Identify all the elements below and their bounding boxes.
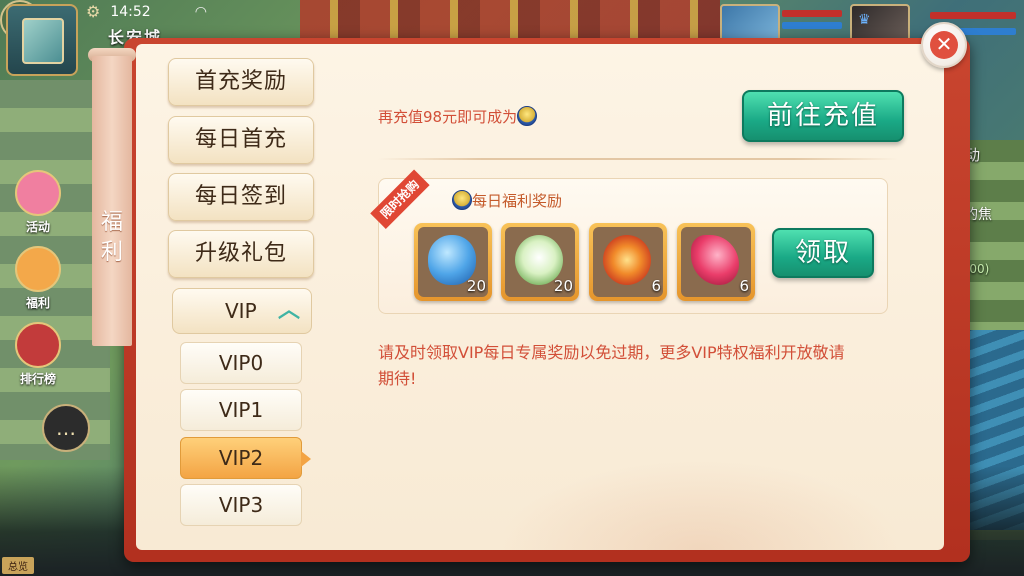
fire-orb-icon <box>603 235 651 285</box>
overview-tag[interactable]: 总览 <box>2 557 34 574</box>
map-icon <box>22 18 64 64</box>
vip-tab-1[interactable]: VIP1 <box>180 389 302 431</box>
status-bar: ⚙ 14:52 ◠ <box>86 2 207 21</box>
clock: 14:52 <box>110 3 151 20</box>
reward-item[interactable]: 6 <box>589 223 667 301</box>
chevron-up-icon: ︿ <box>277 298 300 323</box>
item-count: 20 <box>553 277 573 295</box>
recharge-hint: 再充值98元即可成为 <box>378 106 538 127</box>
vip-crown-icon: ♛ <box>858 12 871 28</box>
vip-badge-icon <box>452 190 472 210</box>
ranking-icon <box>15 322 61 368</box>
activity-icon <box>15 170 61 216</box>
item-count: 20 <box>466 277 486 295</box>
menu-first-recharge[interactable]: 首充奖励 <box>168 58 314 106</box>
reward-item[interactable]: 20 <box>501 223 579 301</box>
gear-icon: ⚙ <box>86 2 101 21</box>
chat-icon: … <box>56 416 76 440</box>
activity-side-button[interactable]: 活动 <box>8 170 68 235</box>
reward-title: 每日福利奖励 <box>452 190 562 211</box>
menu-vip-group[interactable]: VIP ︿ <box>172 288 312 334</box>
vip-tab-2[interactable]: VIP2 <box>180 437 311 479</box>
vip-badge-icon <box>517 106 538 126</box>
scroll-paper <box>92 56 132 346</box>
close-icon: ✕ <box>930 31 958 59</box>
dialog-title: 福利 <box>100 210 123 265</box>
menu-level-gift[interactable]: 升级礼包 <box>168 230 314 278</box>
reward-item[interactable]: 20 <box>414 223 492 301</box>
close-button[interactable]: ✕ <box>921 22 967 68</box>
ranking-side-button[interactable]: 排行榜 <box>8 322 68 387</box>
item-count: 6 <box>739 277 749 295</box>
vip-tab-3[interactable]: VIP3 <box>180 484 302 526</box>
chat-button[interactable]: … <box>42 404 90 452</box>
pet-hp-bar <box>782 10 842 17</box>
reward-item[interactable]: 6 <box>677 223 755 301</box>
player-hp-bar <box>930 12 1016 19</box>
vip-group-label: VIP <box>225 299 257 323</box>
vip-tab-0[interactable]: VIP0 <box>180 342 302 384</box>
menu-daily-first-recharge[interactable]: 每日首充 <box>168 116 314 164</box>
welfare-icon <box>15 246 61 292</box>
wifi-icon: ◠ <box>194 3 207 20</box>
feather-icon <box>691 235 739 285</box>
vip-notice: 请及时领取VIP每日专属奖励以免过期，更多VIP特权福利开放敬请期待! <box>378 343 845 388</box>
divider <box>378 158 898 160</box>
dialog-title-scroll: 福利 <box>84 48 140 348</box>
menu-daily-signin[interactable]: 每日签到 <box>168 173 314 221</box>
pet-mp-bar <box>782 22 842 29</box>
item-count: 6 <box>651 277 661 295</box>
claim-button[interactable]: 领取 <box>772 228 874 278</box>
map-button[interactable] <box>6 4 78 76</box>
go-recharge-button[interactable]: 前往充值 <box>742 90 904 142</box>
welfare-side-button[interactable]: 福利 <box>8 246 68 311</box>
